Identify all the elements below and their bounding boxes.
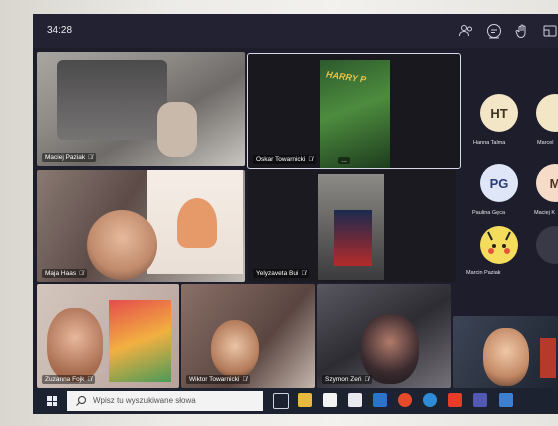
book-cover [334,210,372,266]
avatar-paulina[interactable]: PG [480,164,518,202]
participant-label: Zuzanna Fojk 🎙̸ [42,375,95,384]
mic-muted-icon: 🎙̸ [242,377,247,383]
avatar-name: Marcel [537,140,554,146]
video-tile-maciej[interactable]: Maciej Paziak 🎙̸ [37,52,245,166]
mic-muted-icon: 🎙̸ [88,155,93,161]
app-icon[interactable] [499,393,513,407]
mic-muted-icon: 🎙̸ [364,377,370,383]
video-content-face [47,308,103,382]
chat-icon[interactable] [486,23,502,39]
document-icon[interactable] [348,393,362,407]
store-icon[interactable] [323,393,337,407]
mail-icon[interactable] [373,393,387,407]
video-content-face [211,320,259,378]
participant-label: Oskar Towarnicki 🎙̸ [253,155,316,164]
video-tile-wiktor[interactable]: Wiktor Towarnicki 🎙̸ [181,284,315,388]
meeting-timer: 34:28 [47,25,73,36]
video-tile-szymon[interactable]: Szymon Zeń 🎙̸ [317,284,451,388]
opera-icon[interactable] [398,393,412,407]
avatar-marcin[interactable] [480,226,518,264]
taskbar-search-input[interactable]: Wpisz tu wyszukiwane słowa [67,391,263,411]
participant-label: Maja Haas 🎙̸ [42,269,87,278]
mic-muted-icon: 🎙̸ [308,157,313,163]
participant-label: Wiktor Towarnicki 🎙̸ [186,375,250,384]
video-content-hand [157,102,197,157]
search-icon [76,396,86,406]
teams-meeting-window: 34:28 Maciej Paziak 🎙̸ HARRY P Oskar Towa… [33,14,558,388]
self-view-tile[interactable] [453,316,558,388]
mic-muted-icon: 🎙̸ [87,377,92,383]
more-options-button[interactable]: ... [338,157,350,164]
video-tile-zuzanna[interactable]: Zuzanna Fojk 🎙̸ [37,284,179,388]
raise-hand-icon[interactable] [514,23,530,39]
edge-icon[interactable] [423,393,437,407]
participant-label: Yelyzaveta Bui 🎙̸ [253,269,309,278]
windows-taskbar: Wpisz tu wyszukiwane słowa [33,388,558,414]
search-placeholder: Wpisz tu wyszukiwane słowa [93,396,196,405]
video-content [540,338,556,378]
participant-label: Maciej Paziak 🎙̸ [42,153,96,162]
book-illustration [177,198,217,248]
people-icon[interactable] [458,23,474,39]
meeting-toolbar: 34:28 [33,14,558,48]
video-content-face [483,328,529,386]
file-explorer-icon[interactable] [298,393,312,407]
video-tile-oskar[interactable]: HARRY P Oskar Towarnicki 🎙̸ ... [247,53,461,169]
avatar-maciej-k[interactable]: M [536,164,558,202]
mic-muted-icon: 🎙̸ [79,271,84,277]
office-icon[interactable] [448,393,462,407]
avatar-name: Maciej K [534,210,556,216]
avatar-hanna[interactable]: HT [480,94,518,132]
windows-start-icon[interactable] [47,396,57,406]
avatar-name: Hanna Talma [473,140,506,146]
participant-label: Szymon Zeń 🎙̸ [322,375,372,384]
task-view-icon[interactable] [273,393,289,409]
avatar-name: Marcin Paziak [466,270,501,276]
mic-muted-icon: 🎙̸ [301,271,306,277]
teams-icon[interactable] [473,393,487,407]
video-content-face [361,314,419,384]
avatar-marcel[interactable] [536,94,558,132]
view-icon[interactable] [542,23,558,39]
book-cover [109,300,171,382]
avatar-name: Paulina Gęca [472,210,506,216]
video-content [57,60,167,140]
avatar-more[interactable] [536,226,558,264]
video-content-face [87,210,157,280]
video-tile-maja[interactable]: Maja Haas 🎙̸ [37,170,245,282]
video-tile-yelyzaveta[interactable]: Yelyzaveta Bui 🎙̸ [248,170,456,282]
